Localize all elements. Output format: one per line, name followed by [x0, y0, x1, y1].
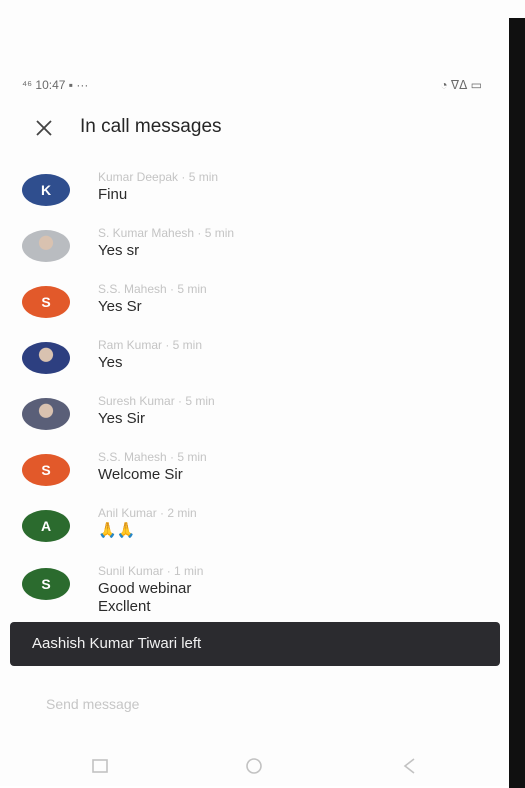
message-item: S S.S. Mahesh · 5 min Welcome Sir [22, 446, 462, 498]
participant-left-toast: Aashish Kumar Tiwari left [10, 622, 500, 666]
avatar-photo [22, 398, 70, 430]
message-text: Yes [98, 354, 123, 371]
close-icon[interactable] [32, 116, 56, 140]
message-item: Suresh Kumar · 5 min Yes Sir [22, 390, 462, 442]
status-right: ◔ ᐁᐃ ▭ [440, 78, 482, 92]
message-item: S Sunil Kumar · 1 min Good webinar Excllen… [22, 560, 462, 615]
message-text: Yes Sr [98, 298, 142, 315]
message-text: Finu [98, 186, 128, 203]
send-message-box [10, 680, 500, 726]
toast-text: Aashish Kumar Tiwari left [32, 635, 202, 652]
message-sender: Anil Kumar · 2 min [98, 506, 197, 520]
message-sender: Kumar Deepak · 5 min [98, 170, 219, 184]
back-icon[interactable] [396, 754, 424, 778]
message-text: Yes sr [98, 242, 140, 259]
message-sender: S.S. Mahesh · 5 min [98, 450, 207, 464]
message-sender: Suresh Kumar · 5 min [98, 394, 215, 408]
send-message-input[interactable] [44, 690, 468, 718]
avatar: S [22, 454, 70, 486]
avatar: A [22, 510, 70, 542]
recents-icon[interactable] [86, 754, 114, 778]
avatar: S [22, 568, 70, 600]
screen-edge [509, 18, 525, 788]
avatar: S [22, 286, 70, 318]
home-icon[interactable] [240, 754, 268, 778]
message-sender: Ram Kumar · 5 min [98, 338, 203, 352]
message-item: S S.S. Mahesh · 5 min Yes Sr [22, 278, 462, 330]
message-item: Ram Kumar · 5 min Yes [22, 334, 462, 386]
avatar-photo [22, 230, 70, 262]
avatar: K [22, 174, 70, 206]
message-item: K Kumar Deepak · 5 min Finu [22, 166, 462, 218]
page-title: In call messages [80, 116, 222, 137]
message-text: 🙏🙏 [98, 522, 136, 539]
message-sender: S. Kumar Mahesh · 5 min [98, 226, 235, 240]
status-bar: ⁴⁶ 10:47 ▪ ··· ◔ ᐁᐃ ▭ [22, 78, 482, 98]
system-nav-bar [0, 748, 505, 782]
in-call-messages-screen: ⁴⁶ 10:47 ▪ ··· ◔ ᐁᐃ ▭ In call messages K… [0, 0, 525, 788]
avatar-photo [22, 342, 70, 374]
status-left: ⁴⁶ 10:47 ▪ ··· [22, 78, 89, 92]
message-text: Yes Sir [98, 410, 145, 427]
message-text: Good webinar Excllent [98, 580, 192, 615]
message-item: S. Kumar Mahesh · 5 min Yes sr [22, 222, 462, 274]
message-item: A Anil Kumar · 2 min 🙏🙏 [22, 502, 462, 554]
header: In call messages [30, 112, 470, 146]
message-text: Welcome Sir [98, 466, 183, 483]
message-sender: Sunil Kumar · 1 min [98, 564, 204, 578]
message-sender: S.S. Mahesh · 5 min [98, 282, 207, 296]
